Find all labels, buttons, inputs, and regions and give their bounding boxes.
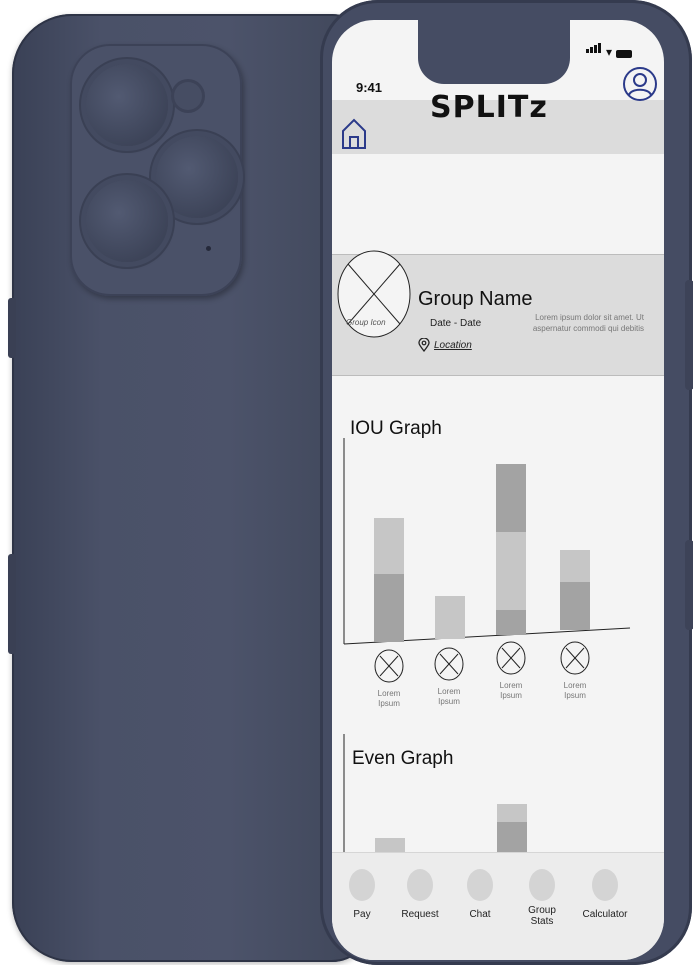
member-avatar[interactable]: Lorem Ipsum	[550, 640, 600, 701]
app-title: SPLITz	[430, 90, 548, 125]
bar-segment	[496, 610, 526, 635]
member-label: Lorem Ipsum	[377, 689, 401, 708]
camera-lens	[86, 64, 168, 146]
member-avatar[interactable]: Lorem Ipsum	[486, 640, 536, 701]
bar-segment	[497, 822, 527, 854]
member-avatars: Lorem Ipsum Lorem Ipsum Lorem Ipsum Lore…	[332, 641, 664, 716]
wifi-icon: ▾	[605, 45, 612, 59]
group-icon-label: Group Icon	[346, 318, 386, 327]
avatar-placeholder-icon	[560, 641, 590, 675]
location-pin-icon	[418, 338, 430, 352]
tab-group-stats[interactable]: Group Stats	[512, 869, 572, 927]
home-icon[interactable]	[340, 117, 368, 151]
tab-icon	[592, 869, 618, 901]
member-label: Lorem Ipsum	[563, 681, 587, 700]
bar-segment	[374, 518, 404, 574]
tab-icon	[349, 869, 375, 901]
avatar-placeholder-icon	[374, 649, 404, 683]
bar-segment	[435, 596, 465, 639]
signal-icon	[585, 40, 602, 58]
tab-label: Calculator	[582, 909, 628, 920]
tab-calculator[interactable]: Calculator	[575, 869, 635, 920]
group-date: Date - Date	[430, 318, 482, 329]
camera-lens	[86, 180, 168, 262]
bar-segment	[560, 582, 590, 630]
app-screen: 9:41 ▾ SPLITz Group Icon Group Name Date…	[332, 20, 664, 960]
battery-icon	[616, 50, 632, 58]
tab-chat[interactable]: Chat	[450, 869, 510, 920]
group-location[interactable]: Location	[418, 338, 472, 352]
iou-graph	[343, 438, 631, 645]
notch	[418, 20, 570, 84]
member-label: Lorem Ipsum	[437, 687, 461, 706]
volume-button	[8, 298, 16, 358]
tab-icon	[529, 869, 555, 901]
tab-label: Request	[401, 909, 439, 920]
group-name: Group Name	[418, 288, 533, 310]
member-avatar[interactable]: Lorem Ipsum	[424, 646, 474, 707]
bar-segment	[560, 550, 590, 582]
group-description: Lorem ipsum dolor sit amet. Ut aspernatu…	[532, 313, 644, 333]
camera-lens	[156, 136, 238, 218]
avatar-placeholder-icon	[496, 641, 526, 675]
member-label: Lorem Ipsum	[499, 681, 523, 700]
bar-segment	[496, 464, 526, 532]
even-graph	[343, 734, 527, 854]
tab-icon	[467, 869, 493, 901]
side-button	[685, 540, 693, 630]
tab-icon	[407, 869, 433, 901]
member-avatar[interactable]: Lorem Ipsum	[364, 648, 414, 709]
bar-segment	[374, 574, 404, 642]
tab-label: Group Stats	[528, 905, 556, 927]
tab-label: Pay	[353, 909, 371, 920]
tab-label: Chat	[469, 909, 491, 920]
status-icons: ▾	[585, 40, 632, 59]
status-time: 9:41	[356, 80, 383, 95]
side-button	[8, 554, 16, 654]
bottom-tab-bar: Pay Request Chat Group Stats Calculator	[332, 852, 664, 960]
power-button	[685, 280, 693, 390]
tab-pay[interactable]: Pay	[332, 869, 392, 920]
bar-segment	[497, 804, 527, 822]
phone-back	[8, 14, 372, 962]
tab-request[interactable]: Request	[390, 869, 450, 920]
bar-segment	[496, 532, 526, 610]
location-link[interactable]: Location	[434, 340, 472, 351]
camera-flash	[174, 82, 202, 110]
camera-module	[70, 44, 242, 296]
avatar-placeholder-icon	[434, 647, 464, 681]
profile-icon[interactable]	[622, 66, 658, 102]
microphone	[206, 246, 211, 251]
